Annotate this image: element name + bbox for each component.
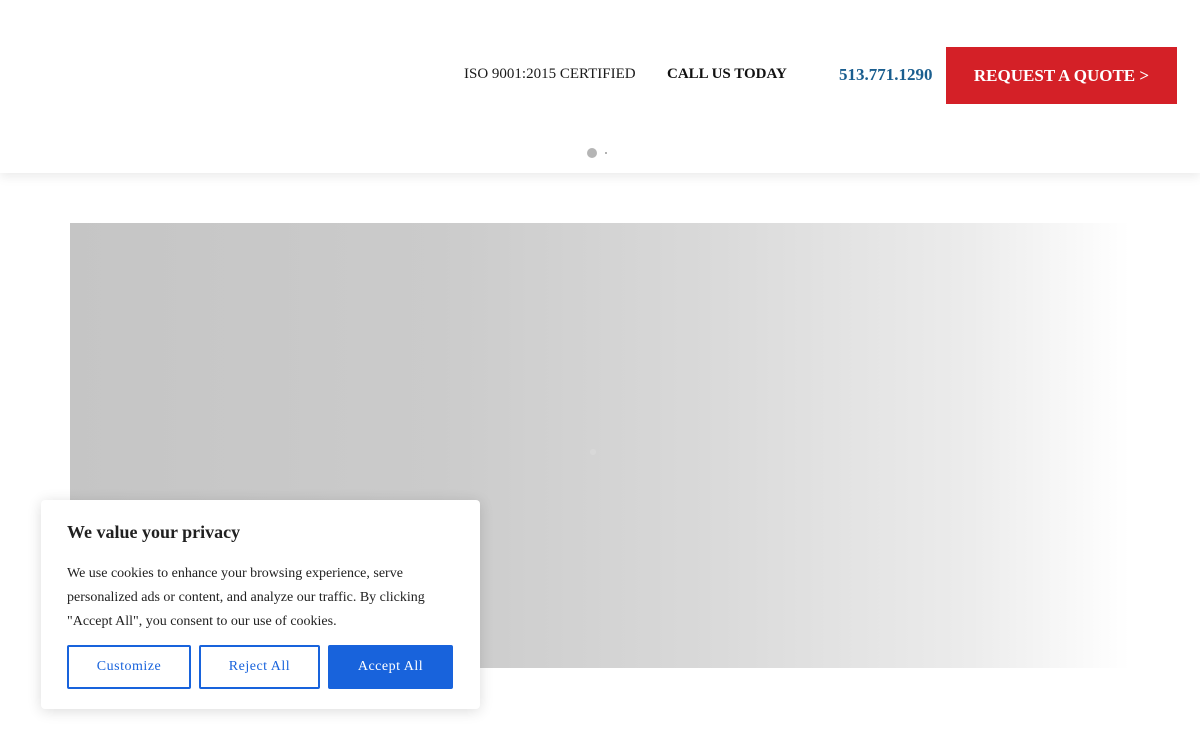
loader-dot-icon <box>587 148 597 158</box>
iso-certification-text: ISO 9001:2015 CERTIFIED <box>464 66 636 82</box>
reject-all-button[interactable]: Reject All <box>199 645 320 689</box>
cookie-button-row: Customize Reject All Accept All <box>67 645 453 689</box>
site-header: ISO 9001:2015 CERTIFIED CALL US TODAY 51… <box>0 0 1200 173</box>
customize-button[interactable]: Customize <box>67 645 191 689</box>
cookie-consent-banner: We value your privacy We use cookies to … <box>41 500 480 709</box>
cookie-title: We value your privacy <box>67 522 241 542</box>
request-quote-button[interactable]: REQUEST A QUOTE > <box>946 47 1177 104</box>
phone-link[interactable]: 513.771.1290 <box>839 65 933 85</box>
loading-indicator <box>587 148 607 158</box>
accept-all-button[interactable]: Accept All <box>328 645 453 689</box>
hero-loading-spot <box>590 449 596 455</box>
cookie-description: We use cookies to enhance your browsing … <box>67 566 425 629</box>
loader-dot-small-icon <box>605 152 607 154</box>
call-us-label: CALL US TODAY <box>667 66 787 82</box>
